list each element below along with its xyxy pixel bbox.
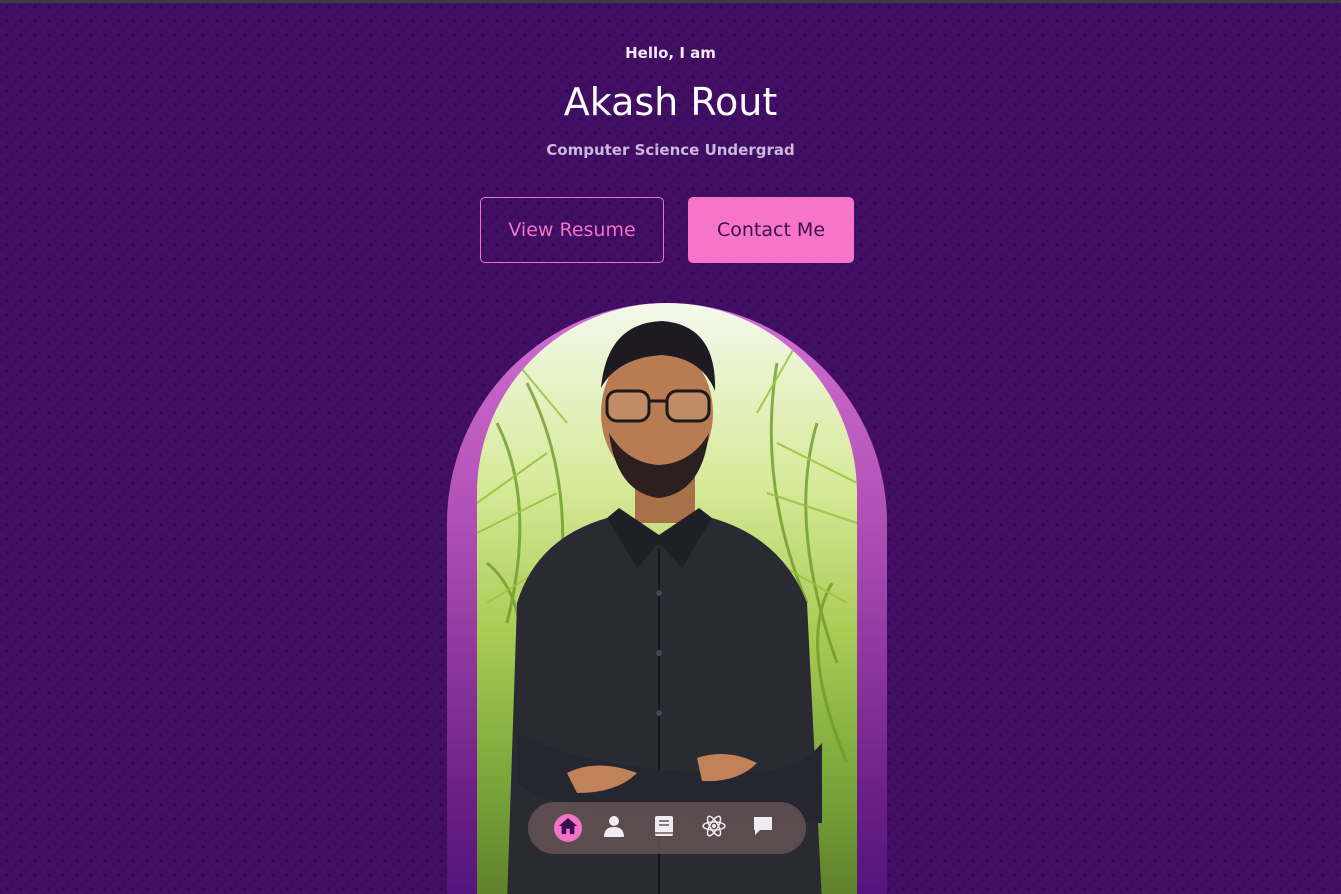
message-icon bbox=[752, 815, 774, 841]
nav-home[interactable] bbox=[553, 814, 582, 842]
nav-contact[interactable] bbox=[746, 811, 780, 845]
nav-skills[interactable] bbox=[697, 811, 731, 845]
greeting-text: Hello, I am bbox=[625, 44, 716, 62]
book-icon bbox=[654, 815, 674, 841]
user-icon bbox=[604, 815, 625, 841]
nav-about[interactable] bbox=[597, 811, 631, 845]
nav-experience[interactable] bbox=[647, 811, 681, 845]
view-resume-button[interactable]: View Resume bbox=[480, 197, 664, 263]
subtitle-text: Computer Science Undergrad bbox=[546, 141, 795, 159]
home-icon bbox=[557, 816, 579, 840]
window-top-border bbox=[0, 0, 1341, 3]
react-atom-icon bbox=[701, 815, 726, 841]
page-title: Akash Rout bbox=[563, 80, 778, 124]
contact-me-button[interactable]: Contact Me bbox=[688, 197, 854, 263]
bottom-nav-dock bbox=[528, 802, 806, 854]
